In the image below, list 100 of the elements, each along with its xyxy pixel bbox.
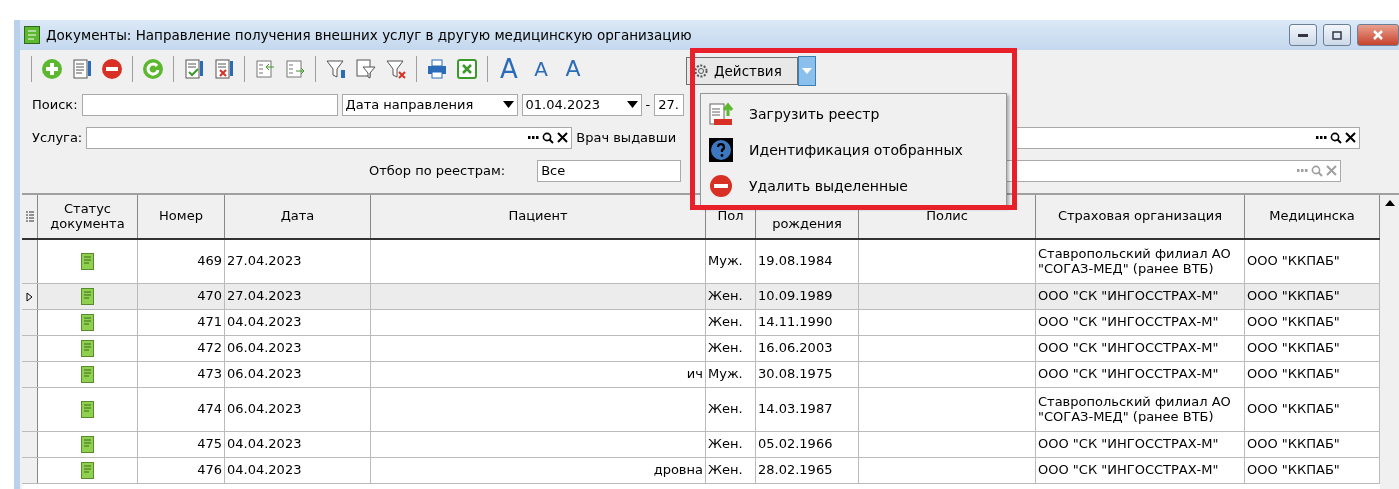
column-header[interactable]: Дата bbox=[225, 195, 371, 238]
table-cell: ООО "СК "ИНГОССТРАХ-М" bbox=[1036, 432, 1245, 457]
font-size-button[interactable]: A bbox=[495, 56, 523, 82]
document-icon bbox=[81, 366, 94, 383]
table-cell: Жен. bbox=[706, 458, 756, 483]
caret-icon bbox=[502, 101, 514, 108]
service-label: Услуга: bbox=[32, 130, 83, 145]
table-cell: ООО "СК "ИНГОССТРАХ-М" bbox=[1036, 362, 1245, 387]
row-indicator[interactable] bbox=[22, 432, 38, 457]
table-cell: ООО "СК "ИНГОССТРАХ-М" bbox=[1036, 310, 1245, 335]
table-cell: 04.04.2023 bbox=[225, 458, 371, 483]
column-header[interactable]: Статус документа bbox=[38, 195, 138, 238]
row-indicator[interactable] bbox=[22, 362, 38, 387]
table-cell: 473 bbox=[138, 362, 225, 387]
refresh-button[interactable] bbox=[140, 56, 166, 82]
registry-filter-dropdown[interactable]: Все bbox=[537, 159, 682, 182]
clear-icon[interactable] bbox=[1345, 132, 1357, 143]
date-separator: - bbox=[645, 97, 651, 112]
close-icon bbox=[1372, 29, 1384, 41]
doctor-label: Врач выдавши bbox=[576, 130, 677, 145]
document-icon bbox=[81, 401, 94, 418]
table-cell: 475 bbox=[138, 432, 225, 457]
table-cell: Жен. bbox=[706, 388, 756, 431]
actions-button[interactable]: Действия bbox=[686, 57, 798, 85]
font-size-button[interactable]: A bbox=[527, 59, 555, 79]
table-cell: 476 bbox=[138, 458, 225, 483]
table-cell: 14.03.1987 bbox=[756, 388, 859, 431]
maximize-icon bbox=[1332, 30, 1342, 40]
font-size-button[interactable]: A bbox=[559, 58, 587, 80]
table-row[interactable]: 472 06.04.2023 Жен. 16.06.2003 ООО "СК "ИНГОССТРАХ-М" ООО "ККПАБ" bbox=[22, 336, 1380, 362]
table-cell: Жен. bbox=[706, 284, 756, 309]
column-header[interactable]: Страховая организация bbox=[1036, 195, 1245, 238]
table-cell: ООО "СК "ИНГОССТРАХ-М" bbox=[1036, 336, 1245, 361]
upload-document-icon bbox=[709, 102, 733, 126]
row-indicator[interactable] bbox=[22, 240, 38, 283]
date-type-dropdown[interactable]: Дата направления bbox=[341, 93, 518, 116]
row-indicator[interactable] bbox=[22, 336, 38, 361]
maximize-button[interactable] bbox=[1323, 24, 1351, 46]
row-indicator[interactable] bbox=[22, 458, 38, 483]
search-icon[interactable] bbox=[1330, 131, 1343, 144]
add-button[interactable] bbox=[39, 56, 65, 82]
table-cell: 05.02.1966 bbox=[756, 432, 859, 457]
table-cell: Жен. bbox=[706, 432, 756, 457]
scrollbar[interactable] bbox=[1380, 195, 1399, 489]
table-cell: 16.06.2003 bbox=[756, 336, 859, 361]
doctor-field[interactable] bbox=[1014, 126, 1361, 149]
table-row[interactable]: 474 06.04.2023 Жен. 14.03.1987 Ставропольский филиал АО "СОГАЗ-МЕД" (ранее ВТБ) ООО "ККПАБ" bbox=[22, 388, 1380, 432]
help-icon bbox=[709, 138, 733, 162]
table-cell: 474 bbox=[138, 388, 225, 431]
table-cell: 472 bbox=[138, 336, 225, 361]
table-cell: 06.04.2023 bbox=[225, 336, 371, 361]
table-cell: 04.04.2023 bbox=[225, 432, 371, 457]
service-field[interactable] bbox=[86, 126, 573, 149]
minimize-icon bbox=[1298, 33, 1308, 37]
close-button[interactable] bbox=[1357, 24, 1399, 46]
filter-list-button[interactable] bbox=[353, 56, 379, 82]
table-row[interactable]: 470 27.04.2023 Жен. 10.09.1989 ООО "СК "ИНГОССТРАХ-М" ООО "ККПАБ" bbox=[22, 284, 1380, 310]
list-icon bbox=[25, 210, 34, 223]
table-row[interactable]: 471 04.04.2023 Жен. 14.11.1990 ООО "СК "ИНГОССТРАХ-М" ООО "ККПАБ" bbox=[22, 310, 1380, 336]
excel-button[interactable] bbox=[454, 56, 480, 82]
table-cell: 27.04.2023 bbox=[225, 240, 371, 283]
remove-icon bbox=[709, 174, 733, 198]
table-cell: дровна bbox=[653, 463, 703, 478]
caret-icon bbox=[802, 68, 812, 74]
table-cell: Жен. bbox=[706, 336, 756, 361]
current-row-icon bbox=[26, 291, 33, 302]
table-row[interactable]: 473 06.04.2023 ич Муж. 30.08.1975 ООО "СК "ИНГОССТРАХ-М" ООО "ККПАБ" bbox=[22, 362, 1380, 388]
table-cell: 06.04.2023 bbox=[225, 388, 371, 431]
minimize-button[interactable] bbox=[1289, 24, 1317, 46]
date-to-field[interactable]: 27. bbox=[654, 93, 685, 116]
search-icon[interactable] bbox=[542, 131, 555, 144]
search-field[interactable] bbox=[81, 93, 338, 116]
table-row[interactable]: 475 04.04.2023 Жен. 05.02.1966 ООО "СК "ИНГОССТРАХ-М" ООО "ККПАБ" bbox=[22, 432, 1380, 458]
window-title: Документы: Направление получения внешних услуг в другую медицинскую организацию bbox=[46, 27, 693, 43]
document-icon bbox=[81, 314, 94, 331]
table-cell: 10.09.1989 bbox=[756, 284, 859, 309]
search-label: Поиск: bbox=[32, 97, 78, 112]
clear-icon[interactable] bbox=[557, 132, 569, 143]
document-icon bbox=[81, 436, 94, 453]
row-indicator[interactable] bbox=[22, 284, 38, 309]
document-icon bbox=[81, 340, 94, 357]
menu-item[interactable]: Загрузить реестр bbox=[701, 96, 1006, 132]
table-cell: ООО "СК "ИНГОССТРАХ-М" bbox=[1036, 284, 1245, 309]
gear-icon bbox=[693, 63, 709, 79]
scroll-up-icon[interactable] bbox=[1383, 199, 1396, 207]
table-cell: Муж. bbox=[706, 240, 756, 283]
ellipsis-icon[interactable] bbox=[1316, 136, 1328, 139]
ellipsis-icon[interactable] bbox=[528, 136, 540, 139]
table-cell: Ставропольский филиал АО "СОГАЗ-МЕД" (ранее ВТБ) bbox=[1036, 240, 1245, 283]
date-from-field[interactable]: 01.04.2023 bbox=[521, 93, 642, 116]
table-row[interactable]: 476 04.04.2023 дровна Жен. 28.02.1965 ООО "СК "ИНГОССТРАХ-М" ООО "ККПАБ" bbox=[22, 458, 1380, 484]
table-row[interactable]: 469 27.04.2023 Муж. 19.08.1984 Ставропольский филиал АО "СОГАЗ-МЕД" (ранее ВТБ) ООО "ККПАБ" bbox=[22, 240, 1380, 284]
document-icon bbox=[81, 288, 94, 305]
row-indicator[interactable] bbox=[22, 388, 38, 431]
column-header[interactable]: Номер bbox=[138, 195, 225, 238]
row-indicator[interactable] bbox=[22, 310, 38, 335]
dropdown-toggle[interactable] bbox=[798, 56, 816, 86]
table-cell: 471 bbox=[138, 310, 225, 335]
remove-button[interactable] bbox=[99, 56, 125, 82]
menu-item[interactable]: Идентификация отобранных bbox=[701, 132, 1006, 168]
